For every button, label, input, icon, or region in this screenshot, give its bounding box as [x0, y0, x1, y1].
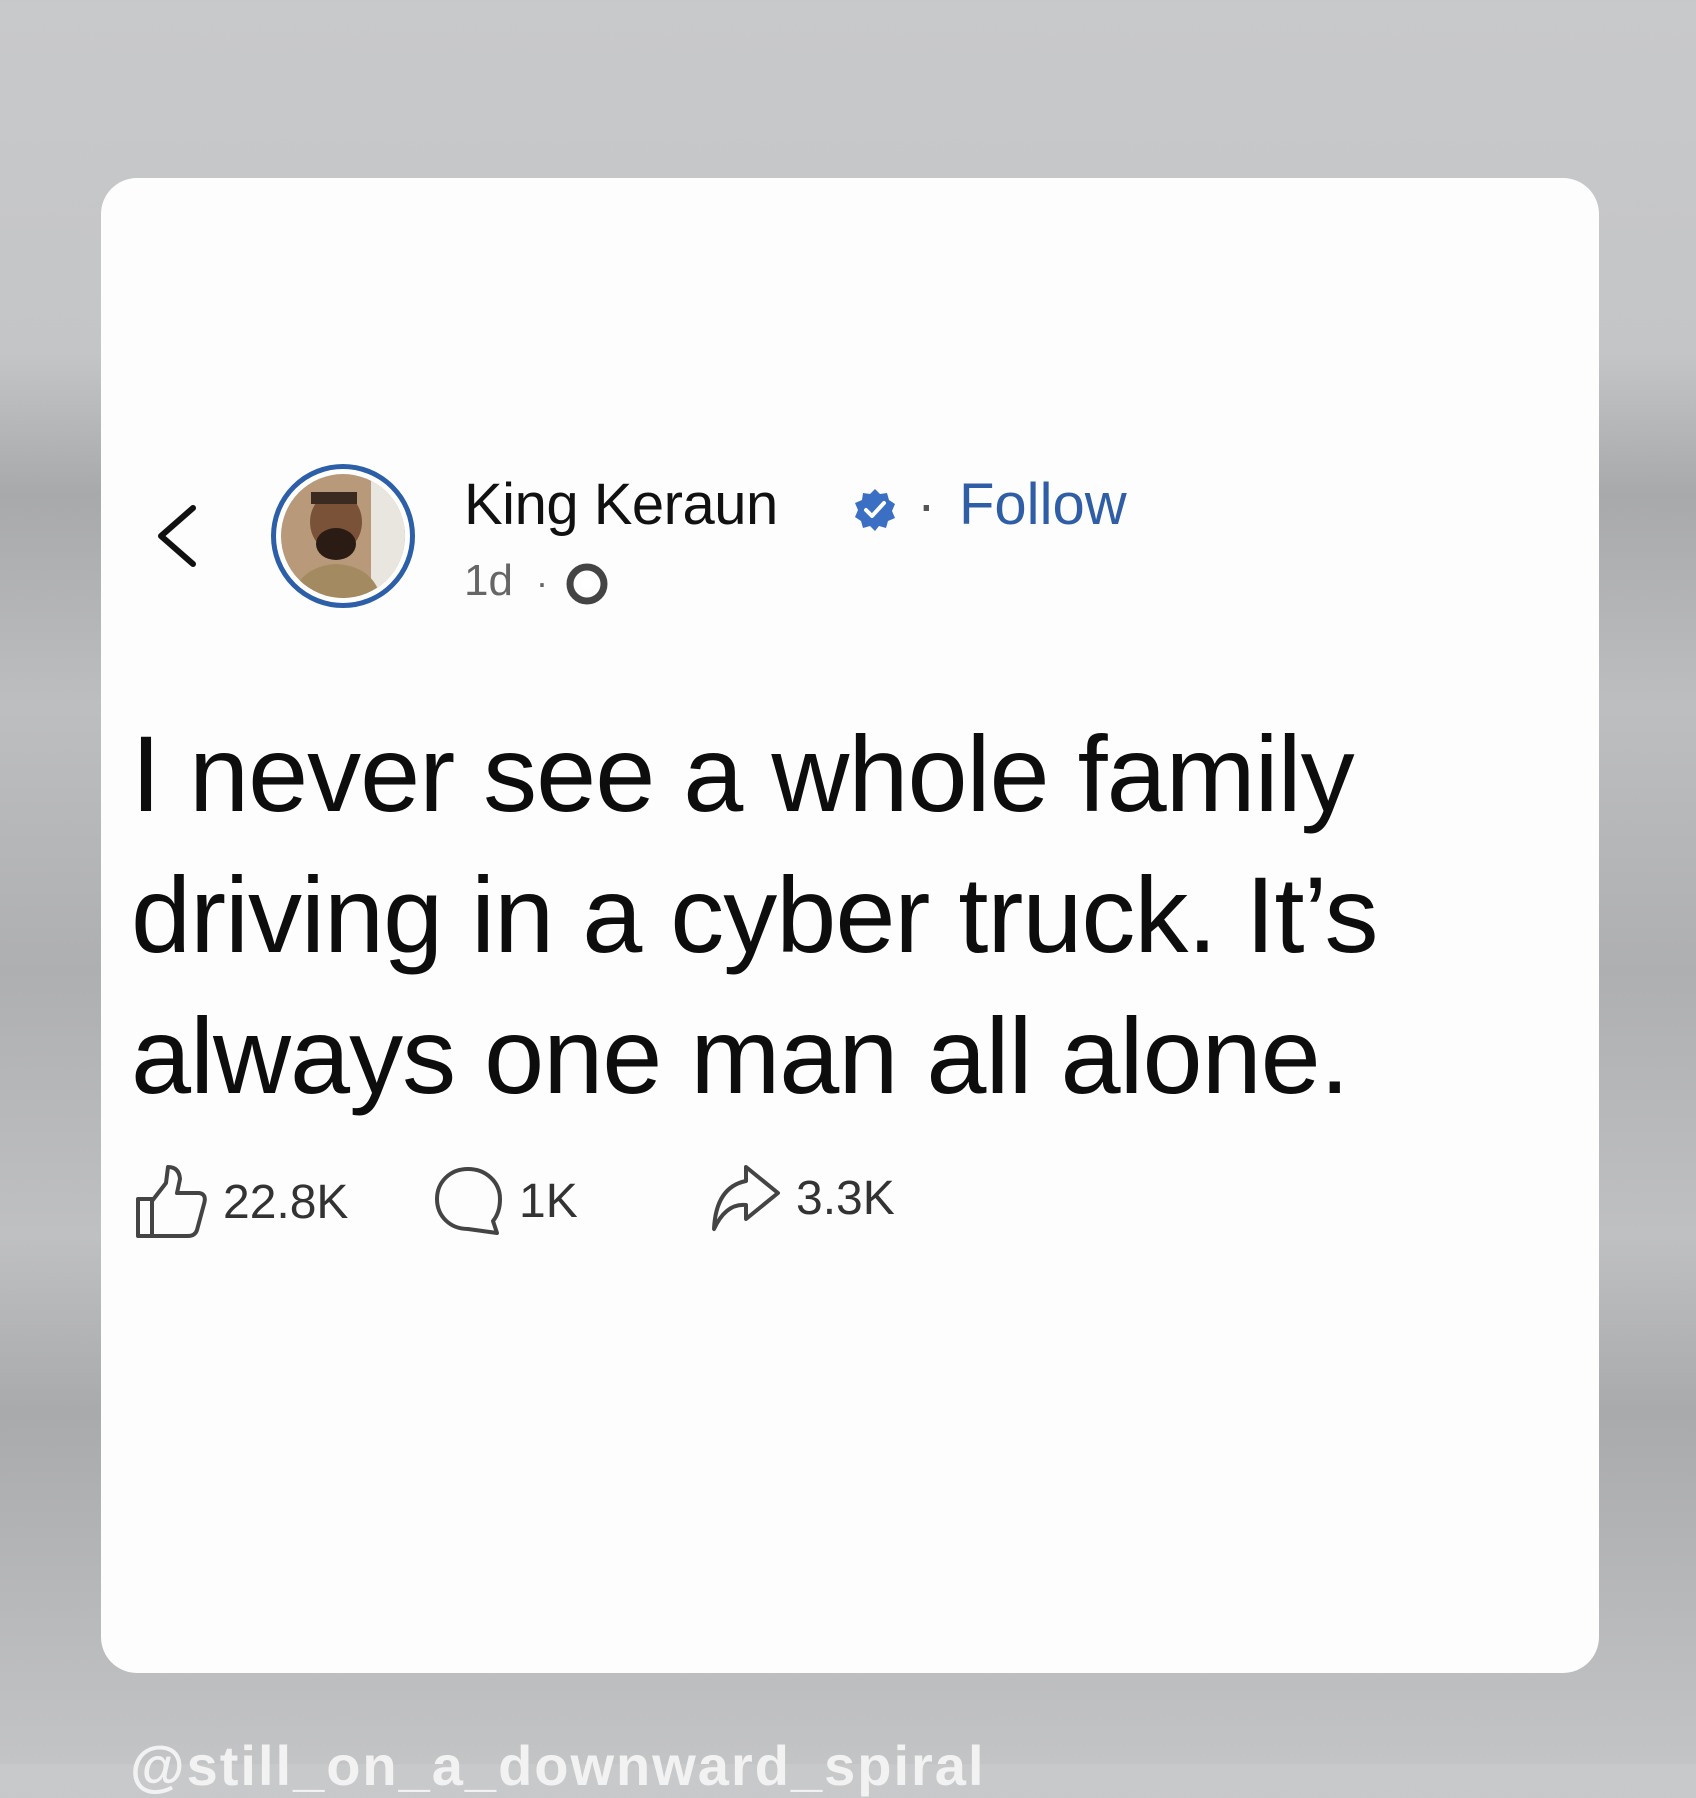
share-button[interactable]: 3.3K	[708, 1163, 895, 1233]
globe-icon	[566, 563, 608, 605]
avatar-photo	[281, 474, 405, 598]
verified-badge-icon	[855, 489, 895, 531]
avatar[interactable]	[271, 464, 415, 608]
like-button[interactable]: 22.8K	[133, 1163, 348, 1241]
thumbs-up-icon	[136, 1165, 207, 1238]
share-icon	[712, 1165, 780, 1231]
share-count: 3.3K	[796, 1171, 895, 1225]
chevron-left-icon	[158, 505, 196, 567]
post-time[interactable]: 1d	[464, 556, 513, 606]
back-button[interactable]	[149, 500, 209, 572]
post-text: I never see a whole family driving in a …	[131, 713, 1379, 1116]
name-separator: ·	[917, 472, 936, 535]
author-name[interactable]: King Keraun	[464, 471, 778, 538]
meta-separator: ·	[536, 562, 548, 603]
comment-icon	[435, 1167, 502, 1235]
post-card: King Keraun · Follow 1d · I never see a …	[101, 178, 1599, 1673]
follow-button[interactable]: Follow	[959, 471, 1127, 538]
comment-count: 1K	[519, 1174, 578, 1228]
watermark: @still_on_a_downward_spiral	[130, 1734, 986, 1797]
like-count: 22.8K	[223, 1175, 349, 1229]
comment-button[interactable]: 1K	[431, 1163, 578, 1239]
